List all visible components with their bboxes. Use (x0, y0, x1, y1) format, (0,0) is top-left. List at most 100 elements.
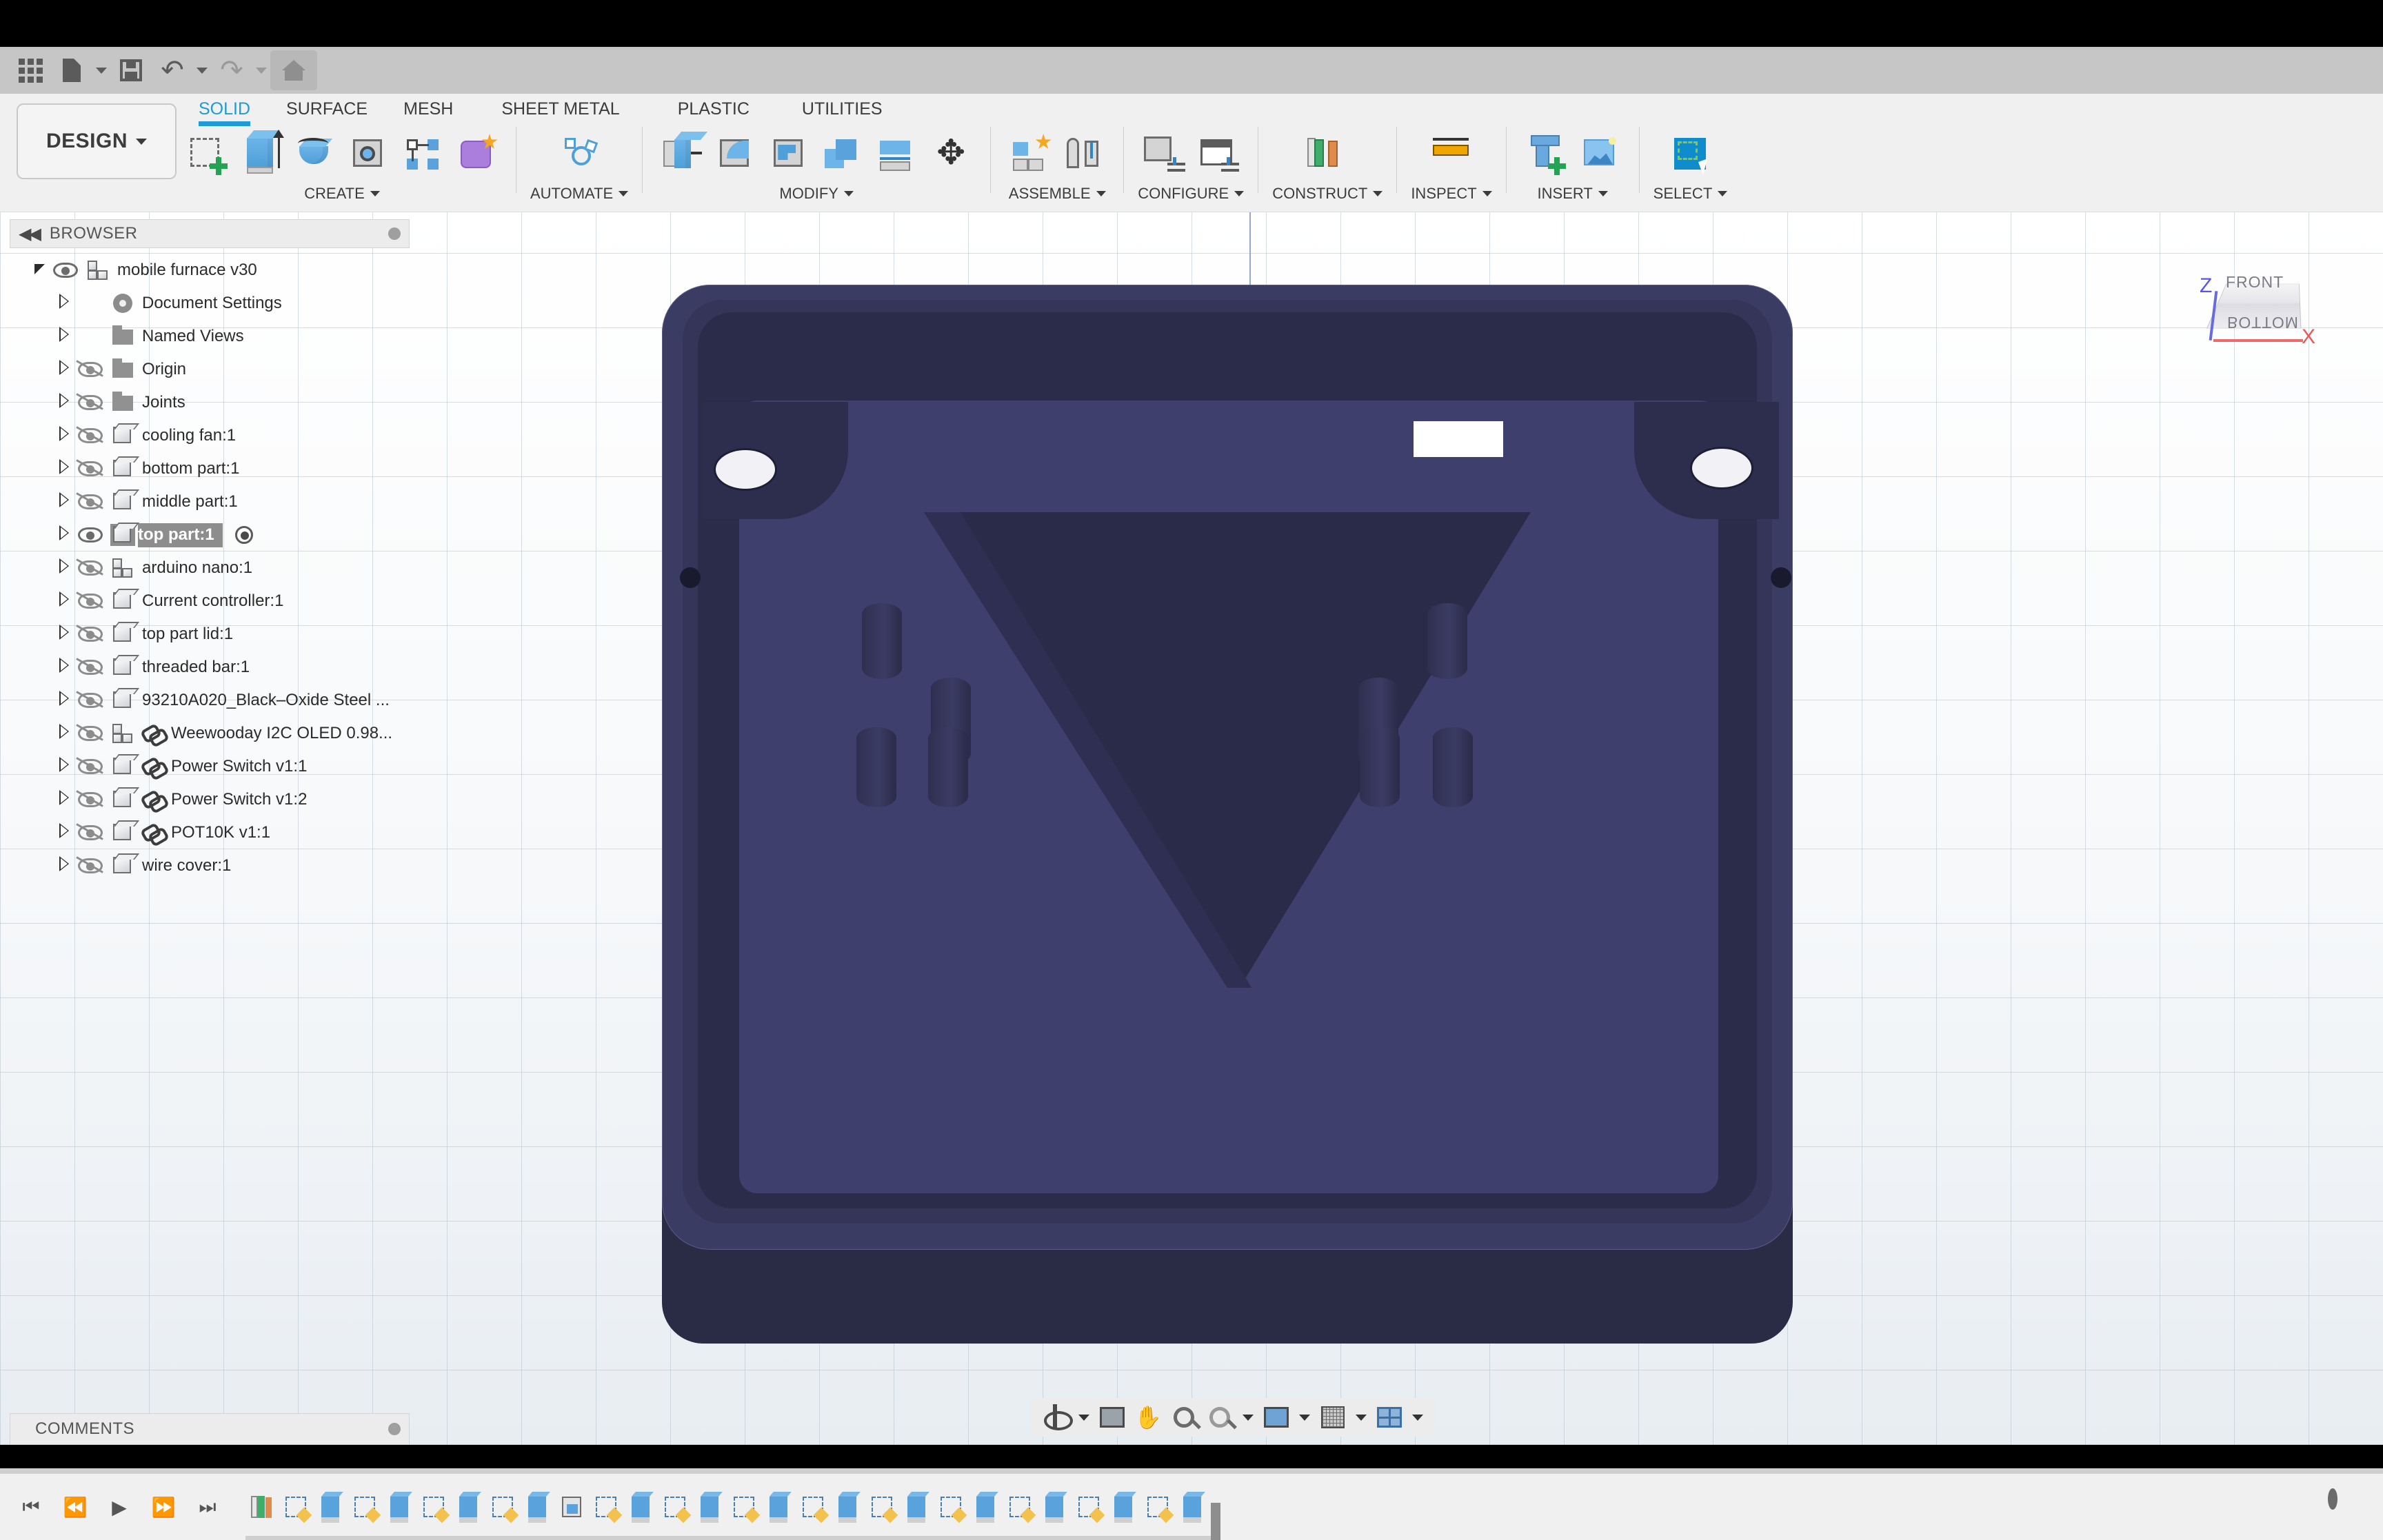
move-copy-button[interactable]: ✥ (925, 125, 976, 183)
visibility-off-icon[interactable] (76, 359, 106, 380)
expand-triangle-icon[interactable] (52, 492, 76, 511)
expand-triangle-icon[interactable] (52, 558, 76, 578)
expand-triangle-icon[interactable] (52, 790, 76, 809)
visibility-off-icon[interactable] (76, 822, 106, 843)
timeline-extrude-feature[interactable] (521, 1488, 553, 1526)
browser-tree-item[interactable]: wire cover:1 (0, 849, 421, 882)
expand-triangle-icon[interactable] (52, 757, 76, 776)
timeline-shell-feature[interactable] (556, 1488, 587, 1526)
timeline-sketch-feature[interactable] (659, 1488, 692, 1526)
view-cube-front-label[interactable]: FRONT (2226, 273, 2284, 292)
ribbon-group-inspect-label[interactable]: INSPECT (1411, 185, 1492, 203)
browser-tree-item[interactable]: Joints (0, 386, 421, 419)
tab-surface[interactable]: SURFACE (268, 94, 385, 119)
redo-caret[interactable] (252, 50, 270, 90)
timeline-sketch-feature[interactable] (728, 1488, 761, 1526)
revolve-button[interactable] (290, 125, 341, 183)
home-button[interactable] (270, 50, 317, 90)
expand-triangle-icon[interactable] (52, 856, 76, 875)
press-pull-button[interactable] (656, 125, 707, 183)
expand-triangle-icon[interactable] (52, 658, 76, 677)
fit-button[interactable] (1203, 1401, 1236, 1434)
viewports-caret[interactable] (1409, 1401, 1427, 1434)
undo-button[interactable]: ↶ (152, 50, 193, 90)
ribbon-group-automate-label[interactable]: AUTOMATE (530, 185, 629, 203)
timeline-sketch-feature[interactable] (349, 1488, 381, 1526)
timeline-extrude-feature[interactable] (452, 1488, 484, 1526)
browser-tree-item[interactable]: Power Switch v1:2 (0, 783, 421, 816)
undo-caret[interactable] (193, 50, 211, 90)
view-cube-bottom-label[interactable]: BOTTOM (2227, 313, 2299, 332)
browser-tree-item[interactable]: mobile furnace v30 (0, 254, 421, 287)
timeline-extrude-feature[interactable] (314, 1488, 346, 1526)
comments-minimize-button[interactable] (388, 1423, 401, 1435)
browser-tree-item[interactable]: threaded bar:1 (0, 651, 421, 684)
timeline-extrude-feature[interactable] (625, 1488, 656, 1526)
expand-triangle-icon[interactable] (52, 823, 76, 842)
ribbon-group-modify-label[interactable]: MODIFY (779, 185, 854, 203)
timeline-rail[interactable] (245, 1536, 1211, 1540)
ribbon-group-configure-label[interactable]: CONFIGURE (1138, 185, 1245, 203)
visibility-off-icon[interactable] (76, 657, 106, 678)
timeline-sketch-feature[interactable] (487, 1488, 519, 1526)
active-component-radio[interactable] (234, 526, 253, 544)
browser-tree-item[interactable]: Named Views (0, 320, 421, 353)
visibility-off-icon[interactable] (76, 425, 106, 446)
visibility-on-icon[interactable] (51, 260, 81, 281)
look-at-button[interactable] (1096, 1401, 1129, 1434)
tab-utilities[interactable]: UTILITIES (777, 94, 901, 119)
go-to-beginning-button[interactable]: ⏮ (17, 1492, 46, 1521)
timeline-sketch-feature[interactable] (1073, 1488, 1105, 1526)
measure-button[interactable] (1426, 125, 1477, 183)
offset-face-button[interactable] (872, 125, 923, 183)
browser-minimize-button[interactable] (388, 227, 401, 240)
ribbon-group-insert-label[interactable]: INSERT (1538, 185, 1608, 203)
app-grid-button[interactable] (10, 50, 51, 90)
visibility-off-icon[interactable] (76, 624, 106, 645)
extrude-button[interactable] (236, 125, 287, 183)
visibility-on-icon[interactable] (76, 525, 106, 545)
visibility-off-icon[interactable] (76, 756, 106, 777)
ribbon-group-select-label[interactable]: SELECT (1653, 185, 1728, 203)
timeline-settings-button[interactable] (2328, 1488, 2355, 1521)
play-button[interactable]: ▶ (105, 1492, 134, 1521)
visibility-off-icon[interactable] (76, 723, 106, 744)
browser-tree-item[interactable]: middle part:1 (0, 485, 421, 518)
expand-triangle-icon[interactable] (52, 625, 76, 644)
timeline-extrude-feature[interactable] (969, 1488, 1001, 1526)
expand-triangle-icon[interactable] (52, 691, 76, 710)
visibility-off-icon[interactable] (76, 789, 106, 810)
timeline-extrude-feature[interactable] (763, 1488, 794, 1526)
visibility-off-icon[interactable] (76, 591, 106, 611)
visibility-off-icon[interactable] (76, 855, 106, 876)
expand-triangle-icon[interactable] (52, 724, 76, 743)
new-component-button[interactable] (1005, 125, 1056, 183)
visibility-off-icon[interactable] (76, 690, 106, 711)
shell-button[interactable] (764, 125, 815, 183)
ribbon-group-construct-label[interactable]: CONSTRUCT (1272, 185, 1383, 203)
view-cube[interactable]: FRONT BOTTOM Z X (2197, 255, 2335, 365)
expand-triangle-icon[interactable] (52, 525, 76, 545)
timeline-sketch-feature[interactable] (590, 1488, 623, 1526)
new-document-button[interactable] (51, 50, 92, 90)
timeline-extrude-feature[interactable] (901, 1488, 932, 1526)
insert-canvas-button[interactable] (1574, 125, 1625, 183)
model-top-part[interactable] (662, 285, 1820, 1344)
ribbon-group-create-label[interactable]: CREATE (304, 185, 380, 203)
timeline-extrude-feature[interactable] (832, 1488, 863, 1526)
display-settings-button[interactable] (1260, 1401, 1293, 1434)
timeline-sketch-feature[interactable] (280, 1488, 312, 1526)
workspace-switcher-button[interactable]: DESIGN (17, 103, 177, 179)
browser-tree-item[interactable]: arduino nano:1 (0, 551, 421, 585)
timeline-extrude-feature[interactable] (694, 1488, 725, 1526)
timeline-plane-feature[interactable] (245, 1488, 277, 1526)
create-sketch-button[interactable] (182, 125, 233, 183)
timeline-sketch-feature[interactable] (866, 1488, 898, 1526)
ribbon-group-assemble-label[interactable]: ASSEMBLE (1009, 185, 1106, 203)
timeline-sketch-feature[interactable] (797, 1488, 829, 1526)
orbit-button[interactable] (1039, 1401, 1073, 1434)
combine-button[interactable] (818, 125, 869, 183)
select-button[interactable] (1665, 125, 1716, 183)
offset-plane-button[interactable] (1302, 125, 1353, 183)
browser-tree-item[interactable]: bottom part:1 (0, 452, 421, 485)
